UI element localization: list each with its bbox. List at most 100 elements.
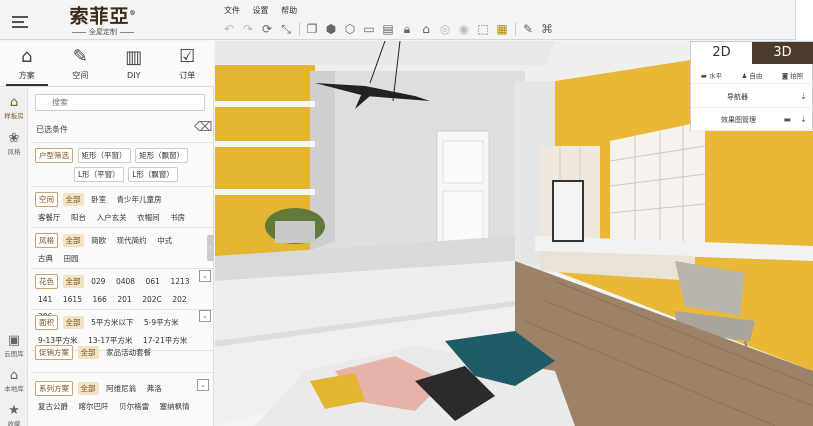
filter-chip-all[interactable]: 全部 [77,382,99,395]
collapse-down-icon[interactable]: ⇣ [800,109,807,131]
filter-chip[interactable]: 弗洛 [144,382,165,395]
group-icon[interactable]: ⬢ [322,21,340,37]
color-expand-chevron-icon[interactable]: ⌄ [199,270,211,282]
color-header[interactable]: 花色 [35,274,58,289]
material-icon[interactable]: ⌘ [538,21,556,37]
filter-chip[interactable]: 入户玄关 [94,211,130,224]
menu-help[interactable]: 帮助 [281,6,297,15]
unlock-icon[interactable]: ⌂ [417,21,435,37]
filter-chip[interactable]: L形（平窗） [74,167,124,182]
menu-settings[interactable]: 设置 [253,6,269,15]
hamburger-menu-icon[interactable] [12,16,28,28]
filter-chip[interactable]: 202C [139,293,165,306]
undo-icon[interactable]: ↶ [220,21,238,37]
search-input[interactable] [35,94,205,111]
panel-collapse-handle[interactable]: ‹ [207,235,214,261]
filter-chip[interactable]: 5平方米以下 [88,316,136,329]
filter-chip[interactable]: 喀尔巴阡 [76,400,112,413]
filter-chip[interactable]: 塞纳枫情 [157,400,193,413]
filter-chip[interactable]: 矩形（飘窗） [135,148,189,163]
frame-icon[interactable]: ▭ [360,21,378,37]
filter-chip[interactable]: 客餐厅 [35,211,64,224]
sidenav-item-sample-room[interactable]: ⌂ 样板房 [0,96,28,121]
series-header[interactable]: 系列方案 [35,381,73,396]
hide-icon[interactable]: ◎ [436,21,454,37]
sidenav-item-favorites[interactable]: ★ 收藏 [0,404,28,426]
show-icon[interactable]: ◉ [455,21,473,37]
filter-chip[interactable]: 青少年儿童房 [114,193,165,206]
filter-chip[interactable]: 贝尔格雷 [116,400,152,413]
filter-chip[interactable]: 书房 [167,211,188,224]
promo-header[interactable]: 促销方案 [35,345,73,360]
filter-chip[interactable]: 衣帽间 [134,211,163,224]
camera-horizontal-button[interactable]: ▬ 水平 [701,70,722,80]
texture-icon[interactable]: ▦ [493,21,511,37]
filter-chip[interactable]: 201 [114,293,134,306]
measure-icon[interactable]: ⤡ [277,21,295,37]
menu-bar: 文件 设置 帮助 [224,5,307,16]
camera-photo-button[interactable]: ◙ 拍照 [782,70,803,80]
filter-chip[interactable]: 202 [169,293,189,306]
collapse-down-icon[interactable]: ⇣ [800,86,807,108]
filter-chip[interactable]: 0408 [113,275,138,288]
navigator-row[interactable]: 导航器 ⇣ [691,86,813,108]
sidenav-label: 云图库 [4,350,24,358]
filter-chip[interactable]: 阳台 [68,211,89,224]
camera-free-button[interactable]: ♟ 自由 [741,70,762,80]
area-expand-chevron-icon[interactable]: ⌄ [199,310,211,322]
filter-chip[interactable]: 卧室 [88,193,109,206]
area-header[interactable]: 面积 [35,315,58,330]
folder-icon[interactable]: ▬ [783,109,791,131]
space-group: 空间 全部 卧室 青少年儿童房 客餐厅 阳台 入户玄关 衣帽间 书房 [35,192,211,228]
brush-icon[interactable]: ✎ [519,21,537,37]
tab-diy[interactable]: ▥ DIY [107,41,161,86]
filter-chip[interactable]: 田园 [61,252,82,265]
filter-chip[interactable]: 5-9平方米 [141,316,182,329]
filter-chip-all[interactable]: 全部 [62,316,84,329]
filter-chip-all[interactable]: 全部 [62,193,84,206]
filter-chip-all[interactable]: 全部 [77,346,99,359]
tab-space[interactable]: ✎ 空间 [54,41,108,86]
view-3d-button[interactable]: 3D [752,42,813,64]
filter-chip-all[interactable]: 全部 [62,275,84,288]
box-icon[interactable]: ⬚ [474,21,492,37]
space-header[interactable]: 空间 [35,192,58,207]
sidenav-item-local[interactable]: ⌂ 本地库 [0,369,28,394]
filter-chip[interactable]: 古典 [35,252,56,265]
lock-icon[interactable]: 🔒︎ [398,21,416,37]
tab-plan[interactable]: ⌂ 方案 [0,41,54,86]
effect-manager-row[interactable]: 效果图管理 ▬ ⇣ [691,109,813,131]
copy-icon[interactable]: ❐ [303,21,321,37]
filter-chip[interactable]: 1213 [167,275,192,288]
series-expand-chevron-icon[interactable]: ⌄ [197,379,209,391]
filter-chip[interactable]: 家品活动套餐 [103,346,154,359]
filter-chip[interactable]: L形（飘窗） [128,167,178,182]
redo-icon[interactable]: ↷ [239,21,257,37]
cabinet-icon[interactable]: ▤ [379,21,397,37]
ungroup-icon[interactable]: ⬡ [341,21,359,37]
sidenav-item-style[interactable]: ❀ 风格 [0,132,28,157]
tab-order[interactable]: ☑ 订单 [161,41,215,86]
diy-icon: ▥ [125,47,143,68]
view-2d-button[interactable]: 2D [691,42,752,64]
sidenav-item-cloud-gallery[interactable]: ▣ 云图库 [0,334,28,359]
rotate-icon[interactable]: ⟳ [258,21,276,37]
filter-chip[interactable]: 141 [35,293,55,306]
filter-chip[interactable]: 简欧 [88,234,109,247]
clear-filters-icon[interactable]: ⌫ [194,120,212,135]
filter-chip[interactable]: 复古公爵 [35,400,71,413]
style-header[interactable]: 风格 [35,233,58,248]
filter-chip[interactable]: 矩形（平窗） [77,148,131,163]
house-type-header[interactable]: 户型筛选 [35,148,73,163]
filter-chip[interactable]: 166 [90,293,110,306]
filter-chip[interactable]: 阿维尼翁 [103,382,139,395]
side-nav: ⌂ 样板房 ❀ 风格 ▣ 云图库 ⌂ 本地库 ★ 收藏 [0,88,28,426]
filter-chip[interactable]: 中式 [154,234,175,247]
menu-file[interactable]: 文件 [224,6,240,15]
filter-chip-all[interactable]: 全部 [62,234,84,247]
star-icon: ★ [8,403,20,418]
filter-chip[interactable]: 1615 [60,293,85,306]
filter-chip[interactable]: 现代简约 [114,234,150,247]
filter-chip[interactable]: 029 [88,275,108,288]
filter-chip[interactable]: 061 [143,275,163,288]
